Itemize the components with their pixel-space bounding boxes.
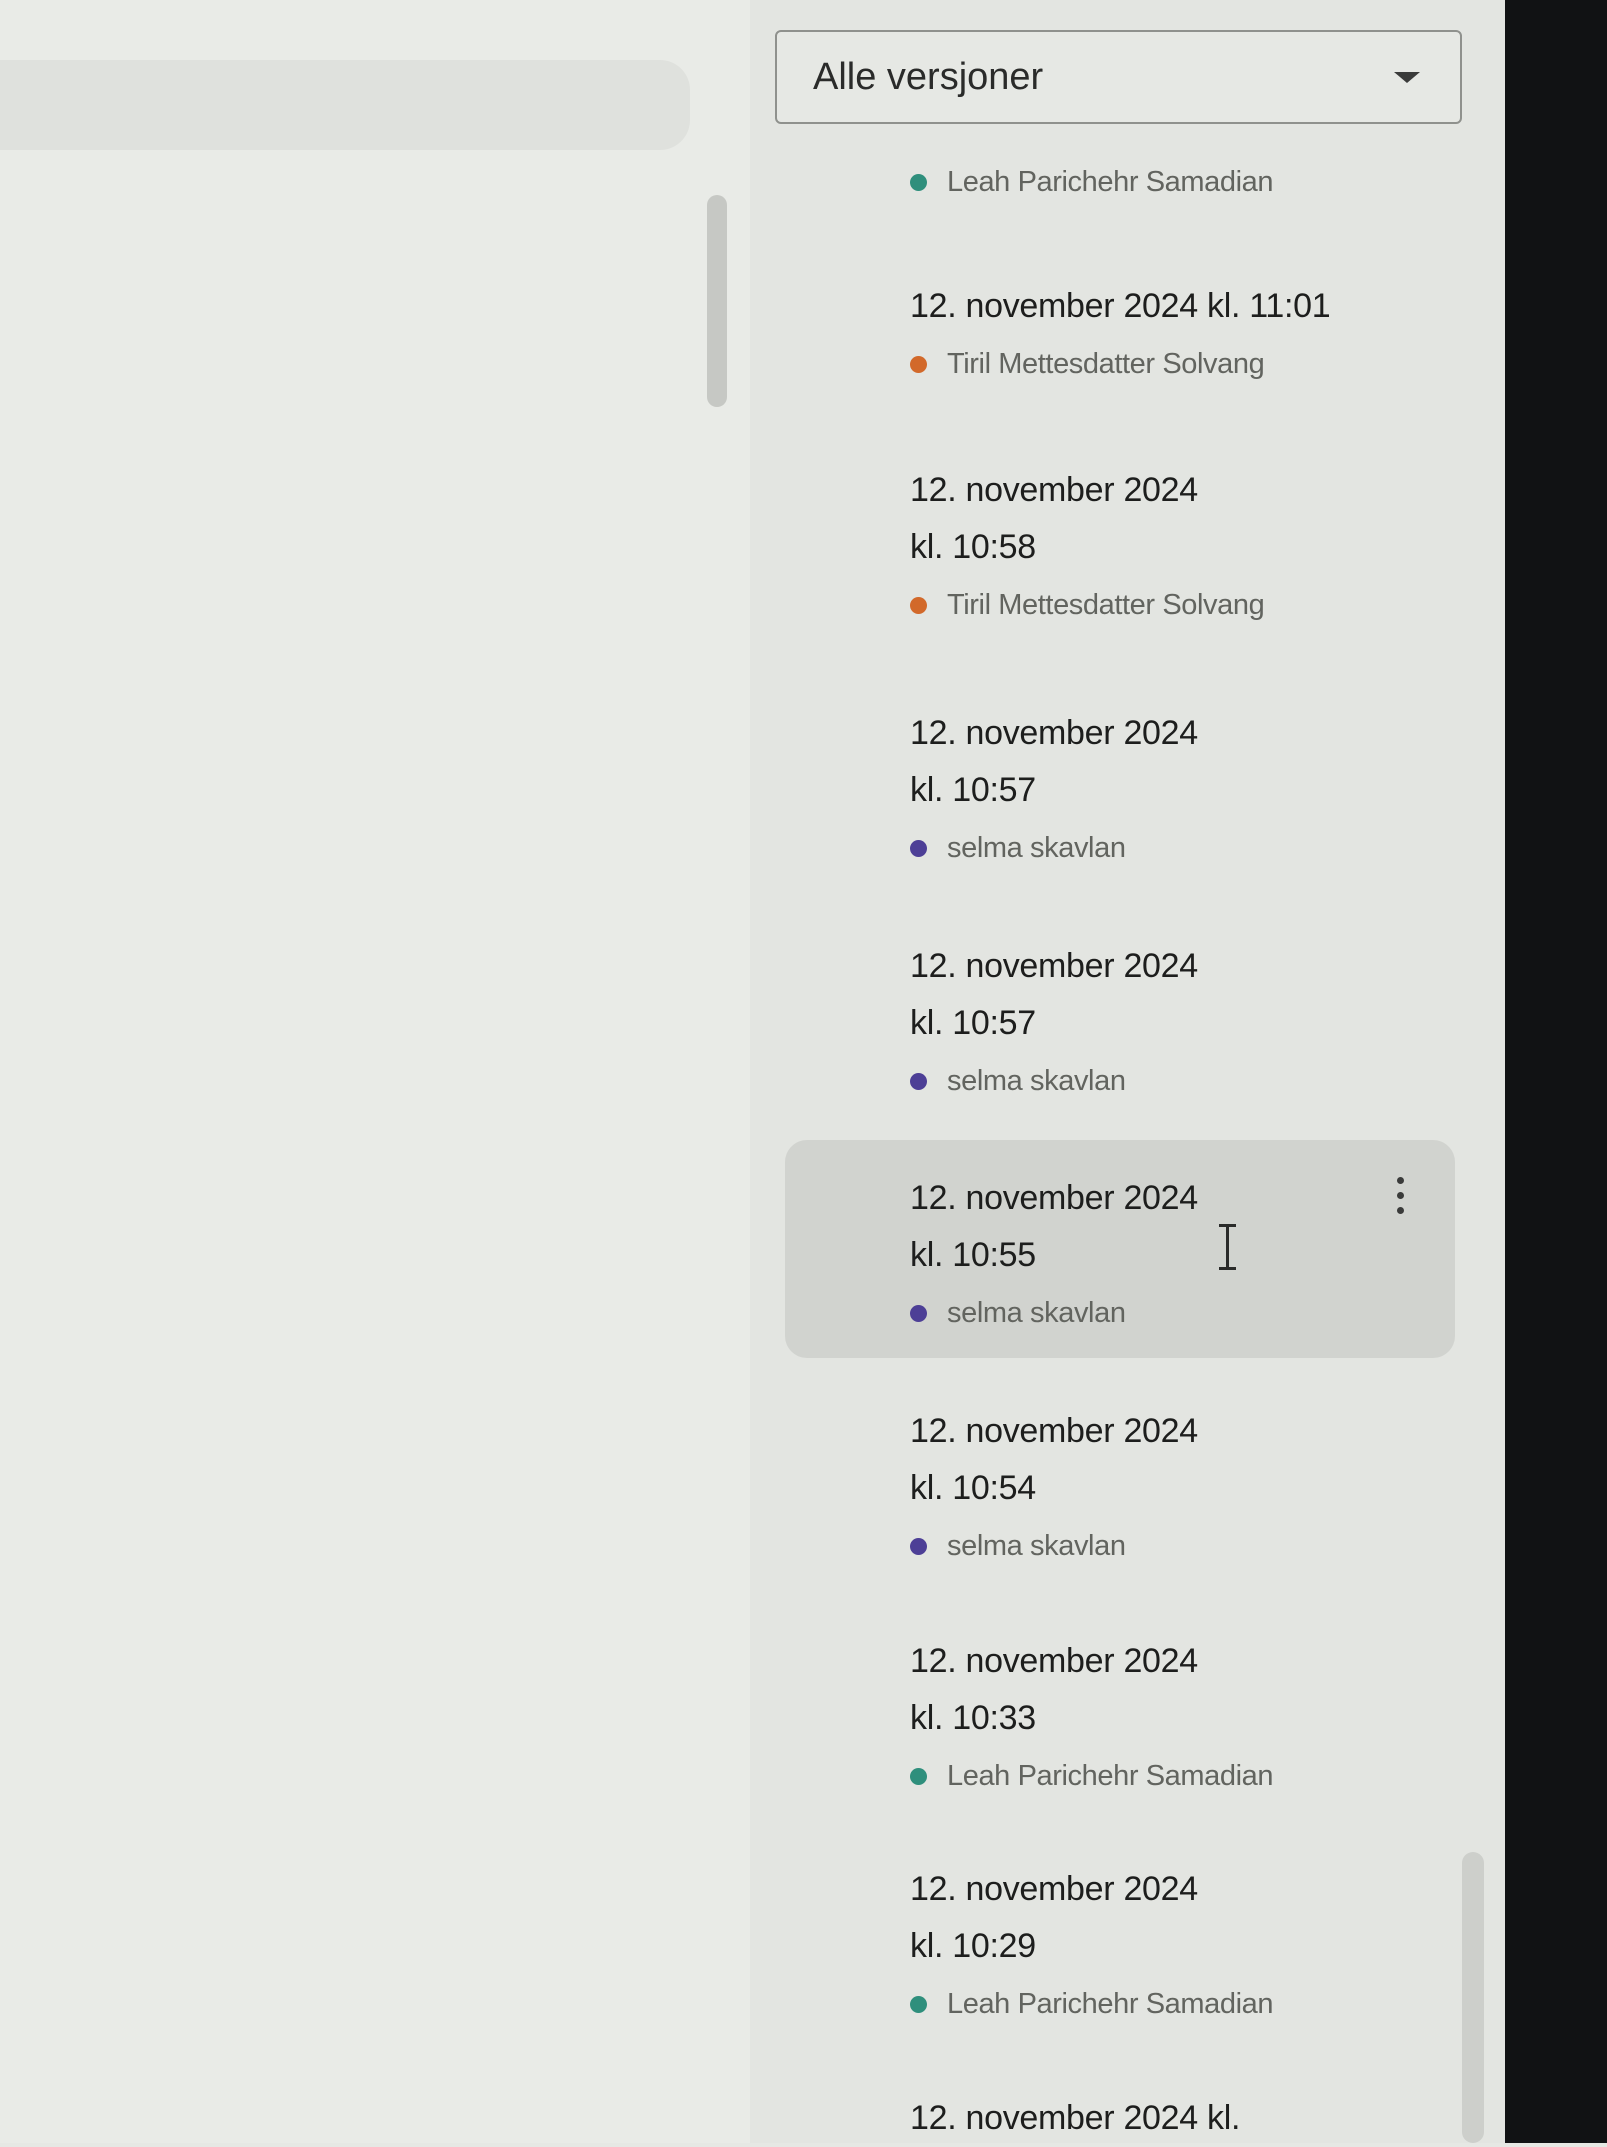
- version-timestamp: 12. november 2024 kl. 10:58: [910, 471, 1198, 566]
- version-timestamp: 12. november 2024 kl. 10:29: [910, 1870, 1198, 1965]
- version-filter-label: Alle versjoner: [813, 56, 1044, 98]
- author-color-dot: [910, 1304, 927, 1322]
- version-timestamp: 12. november 2024 kl.: [910, 2099, 1241, 2137]
- version-filter-dropdown[interactable]: Alle versjoner: [775, 30, 1462, 124]
- version-item[interactable]: 12. november 2024 kl. 10:57 selma skavla…: [910, 938, 1230, 1106]
- author-color-dot: [910, 1072, 927, 1090]
- panel-scrollbar[interactable]: [1462, 1852, 1484, 2143]
- author-name: selma skavlan: [947, 1529, 1126, 1562]
- author-color-dot: [910, 1767, 927, 1785]
- author-color-dot: [910, 1537, 927, 1555]
- version-author: selma skavlan: [910, 823, 1330, 873]
- screen-edge: [1505, 0, 1607, 2143]
- author-color-dot: [910, 839, 927, 857]
- more-vert-icon[interactable]: [1390, 1175, 1410, 1217]
- author-color-dot: [910, 173, 927, 191]
- version-author: Tiril Mettesdatter Solvang: [910, 339, 1330, 389]
- chevron-down-icon: [1394, 72, 1420, 83]
- version-item[interactable]: 12. november 2024 kl. 11:01 Tiril Mettes…: [910, 278, 1331, 389]
- author-color-dot: [910, 1995, 927, 2013]
- author-name: Leah Parichehr Samadian: [947, 1759, 1274, 1792]
- author-color-dot: [910, 596, 927, 614]
- version-item[interactable]: 12. november 2024 kl.: [910, 2090, 1330, 2147]
- version-author: Leah Parichehr Samadian: [910, 1751, 1330, 1801]
- author-name: Leah Parichehr Samadian: [947, 1987, 1274, 2020]
- version-item[interactable]: 12. november 2024 kl. 10:54 selma skavla…: [910, 1403, 1230, 1571]
- document-toolbar-placeholder: [0, 60, 690, 150]
- version-timestamp: 12. november 2024 kl. 10:57: [910, 714, 1198, 809]
- version-timestamp: 12. november 2024 kl. 11:01: [910, 287, 1331, 325]
- version-item[interactable]: 12. november 2024 kl. 10:33 Leah Pariche…: [910, 1633, 1274, 1801]
- version-timestamp: 12. november 2024 kl. 10:54: [910, 1412, 1198, 1507]
- version-item[interactable]: 12. november 2024 kl. 10:57 selma skavla…: [910, 705, 1230, 873]
- version-author: selma skavlan: [910, 1056, 1330, 1106]
- version-author: Leah Parichehr Samadian: [910, 1979, 1330, 2029]
- version-timestamp: 12. november 2024 kl. 10:57: [910, 947, 1198, 1042]
- text-cursor-icon: [1213, 1224, 1243, 1270]
- version-author: Tiril Mettesdatter Solvang: [910, 580, 1330, 630]
- author-color-dot: [910, 355, 927, 373]
- version-item[interactable]: 12. november 2024 kl. 10:58 Tiril Mettes…: [910, 462, 1265, 630]
- version-author: selma skavlan: [910, 1288, 1330, 1338]
- author-name: selma skavlan: [947, 1064, 1126, 1097]
- version-item[interactable]: Leah Parichehr Samadian: [910, 153, 1274, 207]
- version-timestamp: 12. november 2024 kl. 10:55: [910, 1179, 1198, 1274]
- version-author: selma skavlan: [910, 1521, 1330, 1571]
- author-name: selma skavlan: [947, 1296, 1126, 1329]
- version-timestamp: 12. november 2024 kl. 10:33: [910, 1642, 1198, 1737]
- author-name: selma skavlan: [947, 831, 1126, 864]
- document-scrollbar[interactable]: [707, 195, 727, 407]
- version-item[interactable]: 12. november 2024 kl. 10:29 Leah Pariche…: [910, 1861, 1274, 2029]
- author-name: Tiril Mettesdatter Solvang: [947, 347, 1265, 380]
- author-name: Tiril Mettesdatter Solvang: [947, 588, 1265, 621]
- version-item-selected[interactable]: 12. november 2024 kl. 10:55 selma skavla…: [910, 1170, 1230, 1338]
- document-area: [0, 0, 750, 2143]
- author-name: Leah Parichehr Samadian: [947, 165, 1274, 198]
- version-author: Leah Parichehr Samadian: [910, 157, 1274, 207]
